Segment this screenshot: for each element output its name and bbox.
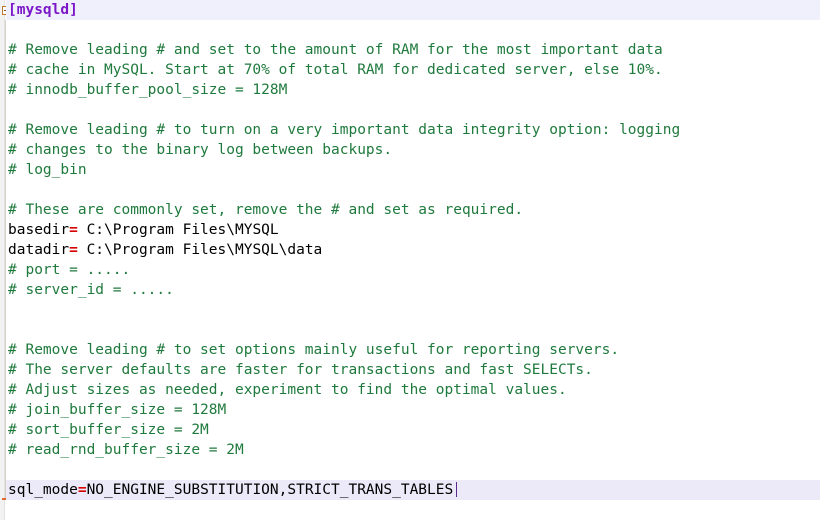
code-line-comment[interactable]: # The server defaults are faster for tra… [6,360,820,380]
comment-text: # changes to the binary log between back… [8,142,393,158]
setting-value: C:\Program Files\MYSQL [77,222,279,238]
code-line-comment[interactable]: # read_rnd_buffer_size = 2M [6,440,820,460]
code-line-comment[interactable]: # Remove leading # and set to the amount… [6,40,820,60]
comment-text: # Remove leading # to set options mainly… [8,342,620,358]
code-line-comment[interactable]: # server_id = ..... [6,280,820,300]
assignment-operator: = [69,242,78,258]
code-line-comment[interactable]: # Adjust sizes as needed, experiment to … [6,380,820,400]
comment-text: # Remove leading # to turn on a very imp… [8,122,681,138]
setting-key: datadir [8,242,70,258]
comment-text: # Adjust sizes as needed, experiment to … [8,382,567,398]
setting-key: sql_mode [8,482,78,498]
comment-text: # cache in MySQL. Start at 70% of total … [8,62,663,78]
comment-text: # These are commonly set, remove the # a… [8,202,524,218]
text-caret [456,482,458,497]
code-line-setting[interactable]: datadir= C:\Program Files\MYSQL\data [6,240,820,260]
code-line-comment[interactable]: # innodb_buffer_pool_size = 128M [6,80,820,100]
code-line-comment[interactable]: # log_bin [6,160,820,180]
code-line-comment[interactable]: # port = ..... [6,260,820,280]
code-line-setting[interactable]: basedir= C:\Program Files\MYSQL [6,220,820,240]
comment-text: # innodb_buffer_pool_size = 128M [8,82,288,98]
code-line-section-header[interactable]: [mysqld] [6,0,820,20]
code-area[interactable]: [mysqld] # Remove leading # and set to t… [6,0,820,520]
code-line-comment[interactable]: # sort_buffer_size = 2M [6,420,820,440]
comment-text: # sort_buffer_size = 2M [8,422,209,438]
assignment-operator: = [77,482,87,498]
comment-text: # log_bin [8,162,87,178]
code-line-comment[interactable]: # Remove leading # to set options mainly… [6,340,820,360]
comment-text: # The server defaults are faster for tra… [8,362,593,378]
code-line-comment[interactable]: # cache in MySQL. Start at 70% of total … [6,60,820,80]
comment-text: # join_buffer_size = 128M [8,402,227,418]
setting-value: C:\Program Files\MYSQL\data [77,242,323,258]
code-line-setting[interactable]: sql_mode=NO_ENGINE_SUBSTITUTION,STRICT_T… [6,480,820,500]
setting-value: NO_ENGINE_SUBSTITUTION,STRICT_TRANS_TABL… [86,482,454,498]
comment-text: # read_rnd_buffer_size = 2M [8,442,244,458]
setting-key: basedir [8,222,70,238]
text-editor[interactable]: [mysqld] # Remove leading # and set to t… [0,0,820,520]
assignment-operator: = [69,222,78,238]
comment-text: # server_id = ..... [8,282,174,298]
section-header-text: [mysqld] [8,2,78,18]
code-line-comment[interactable]: # These are commonly set, remove the # a… [6,200,820,220]
code-line-comment[interactable]: # Remove leading # to turn on a very imp… [6,120,820,140]
code-line-comment[interactable]: # changes to the binary log between back… [6,140,820,160]
comment-text: # port = ..... [8,262,131,278]
comment-text: # Remove leading # and set to the amount… [8,42,663,58]
code-line-comment[interactable]: # join_buffer_size = 128M [6,400,820,420]
